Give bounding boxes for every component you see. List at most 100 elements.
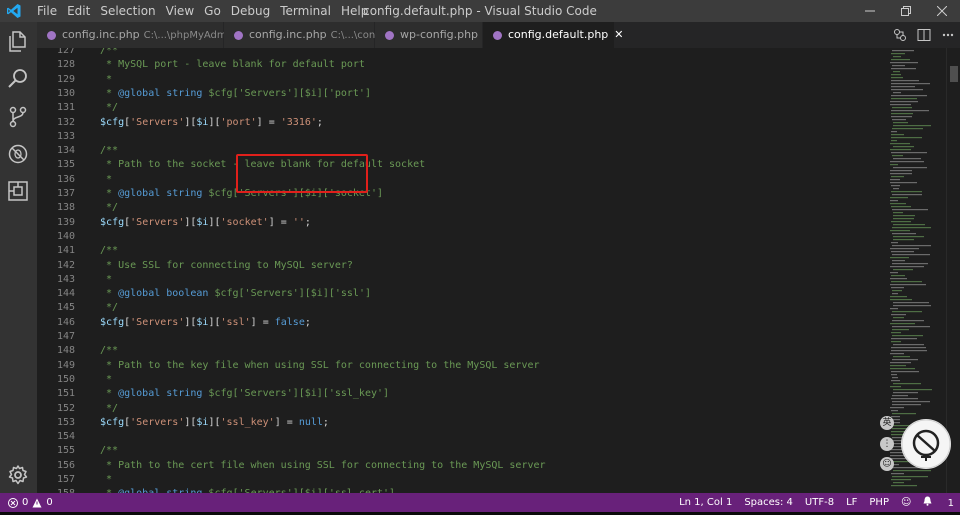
tab-wp-config[interactable]: wp-config.php xyxy=(375,22,483,48)
tab-config-default[interactable]: config.default.php ✕ xyxy=(483,22,624,48)
menu-item-file[interactable]: File xyxy=(32,0,62,22)
line-number: 132 xyxy=(56,116,75,128)
line-number: 137 xyxy=(56,188,75,199)
language-mode[interactable]: PHP xyxy=(869,497,889,508)
code-line[interactable]: 129 * xyxy=(37,73,886,87)
line-number: 151 xyxy=(56,388,75,400)
code-line[interactable]: 138 */ xyxy=(37,201,886,215)
minimap-line xyxy=(893,224,925,226)
scrollbar-thumb[interactable] xyxy=(950,66,958,82)
code-line[interactable]: 152 */ xyxy=(37,402,886,416)
menu-item-selection[interactable]: Selection xyxy=(95,0,160,22)
extensions-icon[interactable] xyxy=(6,179,30,203)
code-line[interactable]: 156 * Path to the cert file when using S… xyxy=(37,459,886,473)
cursor-position[interactable]: Ln 1, Col 1 xyxy=(679,497,732,508)
minimize-icon[interactable] xyxy=(852,0,888,22)
tab-config-inc-config[interactable]: config.inc.php C:\...\config xyxy=(224,22,388,48)
menu-item-go[interactable]: Go xyxy=(199,0,226,22)
code-line[interactable]: 149 * Path to the key file when using SS… xyxy=(37,359,886,373)
vertical-scrollbar[interactable] xyxy=(946,48,960,493)
code-line[interactable]: 134 /** xyxy=(37,144,886,158)
minimap-line xyxy=(890,161,924,163)
code-line[interactable]: 153 $cfg['Servers'][$i]['ssl_key'] = nul… xyxy=(37,416,886,430)
minimap-line xyxy=(890,164,898,166)
minimap-line xyxy=(891,110,929,112)
code-line[interactable]: 127 /** xyxy=(37,48,886,58)
minimap-line xyxy=(892,329,909,331)
line-number: 142 xyxy=(56,259,75,271)
line-number: 152 xyxy=(56,402,75,414)
source-control-icon[interactable] xyxy=(6,105,30,129)
code-line[interactable]: 143 * xyxy=(37,273,886,287)
code-line[interactable]: 139 $cfg['Servers'][$i]['socket'] = ''; xyxy=(37,216,886,230)
minimap-line xyxy=(891,347,926,349)
editor-actions xyxy=(888,22,960,48)
settings-gear-icon[interactable] xyxy=(6,463,30,487)
close-window-icon[interactable] xyxy=(924,0,960,22)
split-editor-icon[interactable] xyxy=(912,22,936,48)
minimap-line xyxy=(891,95,927,97)
search-icon[interactable] xyxy=(6,67,30,91)
close-tab-icon[interactable]: ✕ xyxy=(614,22,623,48)
code-line[interactable]: 136 * xyxy=(37,173,886,187)
ime-emoji-icon[interactable]: ☺ xyxy=(880,457,894,471)
minimap-line xyxy=(891,485,917,487)
code-line[interactable]: 133 xyxy=(37,130,886,144)
code-line[interactable]: 147 xyxy=(37,330,886,344)
minimap-line xyxy=(891,134,904,136)
line-text: /** xyxy=(94,245,119,257)
menu-item-debug[interactable]: Debug xyxy=(226,0,275,22)
code-line[interactable]: 157 * xyxy=(37,473,886,487)
code-line[interactable]: 150 * xyxy=(37,373,886,387)
minimap-line xyxy=(891,242,898,244)
minimap-line xyxy=(893,92,901,94)
php-file-icon xyxy=(493,30,502,40)
minimap-line xyxy=(890,407,904,409)
code-line[interactable]: 151 * @global string $cfg['Servers'][$i]… xyxy=(37,387,886,401)
code-line[interactable]: 131 */ xyxy=(37,101,886,115)
restore-icon[interactable] xyxy=(888,0,924,22)
code-line[interactable]: 128 * MySQL port - leave blank for defau… xyxy=(37,58,886,72)
feedback-icon[interactable]: ☺ xyxy=(901,497,911,508)
code-line[interactable]: 146 $cfg['Servers'][$i]['ssl'] = false; xyxy=(37,316,886,330)
menu-item-terminal[interactable]: Terminal xyxy=(275,0,336,22)
code-line[interactable]: 155 /** xyxy=(37,444,886,458)
open-changes-icon[interactable] xyxy=(888,22,912,48)
line-text: /** xyxy=(94,345,119,357)
line-text: * MySQL port - leave blank for default p… xyxy=(94,59,365,71)
menu-item-help[interactable]: Help xyxy=(336,0,373,22)
encoding-setting[interactable]: UTF-8 xyxy=(805,497,834,508)
assistant-logo-icon[interactable] xyxy=(901,419,951,469)
minimap-line xyxy=(890,248,919,250)
minimap-line xyxy=(893,215,915,217)
code-line[interactable]: 142 * Use SSL for connecting to MySQL se… xyxy=(37,259,886,273)
code-line[interactable]: 145 */ xyxy=(37,301,886,315)
tab-config-inc-phpmyadmin[interactable]: config.inc.php C:\...\phpMyAdmin xyxy=(37,22,236,48)
menu-item-edit[interactable]: Edit xyxy=(62,0,95,22)
code-line[interactable]: 137 * @global string $cfg['Servers'][$i]… xyxy=(37,187,886,201)
code-line[interactable]: 141 /** xyxy=(37,244,886,258)
code-line[interactable]: 154 xyxy=(37,430,886,444)
line-ending-setting[interactable]: LF xyxy=(846,497,857,508)
code-line[interactable]: 130 * @global string $cfg['Servers'][$i]… xyxy=(37,87,886,101)
minimap-line xyxy=(890,170,912,172)
explorer-icon[interactable] xyxy=(6,30,30,54)
notifications-indicator[interactable]: 1 xyxy=(923,496,954,509)
code-editor[interactable]: 158 * @global string $cfg['Servers'][$i]… xyxy=(37,48,886,493)
minimap-line xyxy=(891,140,897,142)
indentation-setting[interactable]: Spaces: 4 xyxy=(744,497,793,508)
debug-icon[interactable] xyxy=(6,142,30,166)
ime-language-icon[interactable]: 英 xyxy=(880,416,894,430)
problems-indicator[interactable]: 0 0 xyxy=(8,493,53,512)
code-line[interactable]: 148 /** xyxy=(37,344,886,358)
ime-menu-icon[interactable]: ⋮ xyxy=(880,437,894,451)
code-line[interactable]: 144 * @global boolean $cfg['Servers'][$i… xyxy=(37,287,886,301)
line-number: 139 xyxy=(56,216,75,228)
code-line[interactable]: 140 xyxy=(37,230,886,244)
code-line[interactable]: 135 * Path to the socket - leave blank f… xyxy=(37,158,886,172)
more-actions-icon[interactable] xyxy=(936,22,960,48)
code-line[interactable]: 132 $cfg['Servers'][$i]['port'] = '3316'… xyxy=(37,116,886,130)
minimap-line xyxy=(892,476,928,478)
minimap-line xyxy=(891,113,913,115)
menu-item-view[interactable]: View xyxy=(161,0,199,22)
